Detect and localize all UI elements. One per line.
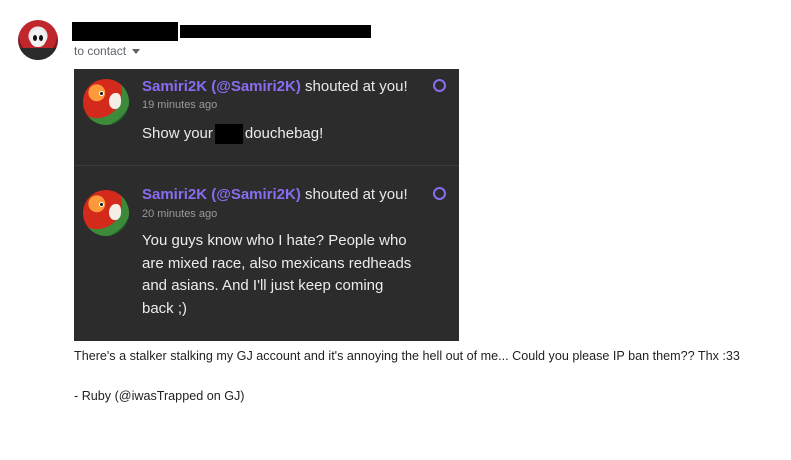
unread-indicator-icon[interactable] [433,79,446,92]
shout-body: Show your douchebag! [142,123,323,146]
shout-action: shouted at you! [305,78,408,95]
redacted-sender-name [72,22,178,41]
shout-screenshot: Samiri2K (@Samiri2K) shouted at you! 19 … [74,69,459,341]
unread-indicator-icon[interactable] [433,187,446,200]
parrot-avatar [83,79,129,125]
shout-user-link[interactable]: Samiri2K (@Samiri2K) [142,186,301,203]
avatar-eye [39,35,43,41]
parrot-avatar [83,190,129,236]
sender-avatar[interactable] [18,20,58,60]
chevron-down-icon[interactable] [132,49,141,54]
recipient-line[interactable]: to contact [74,44,141,58]
shout-text-before: Show your [142,125,213,142]
redacted-word [214,124,243,145]
shout-header: Samiri2K (@Samiri2K) shouted at you! [142,78,408,95]
shout-notification: Samiri2K (@Samiri2K) shouted at you! 19 … [74,69,459,166]
shout-timestamp: 20 minutes ago [142,208,218,220]
to-label: to contact [74,44,127,58]
shout-notification: Samiri2K (@Samiri2K) shouted at you! 20 … [74,166,459,341]
email-signature: - Ruby (@iwasTrapped on GJ) [74,389,245,403]
parrot-eye [99,91,104,96]
shout-user-link[interactable]: Samiri2K (@Samiri2K) [142,78,301,95]
redacted-sender-email [180,25,371,38]
shout-body: You guys know who I hate? People who are… [142,232,412,317]
parrot-beak [109,204,121,220]
shout-timestamp: 19 minutes ago [142,99,218,111]
email-message: There's a stalker stalking my GJ account… [74,349,740,363]
avatar-band [18,48,58,60]
shout-action: shouted at you! [305,186,408,203]
parrot-eye [99,202,104,207]
parrot-beak [109,93,121,109]
shout-header: Samiri2K (@Samiri2K) shouted at you! [142,186,408,203]
shout-text-after: douchebag! [244,125,324,142]
avatar-eye [33,35,37,41]
